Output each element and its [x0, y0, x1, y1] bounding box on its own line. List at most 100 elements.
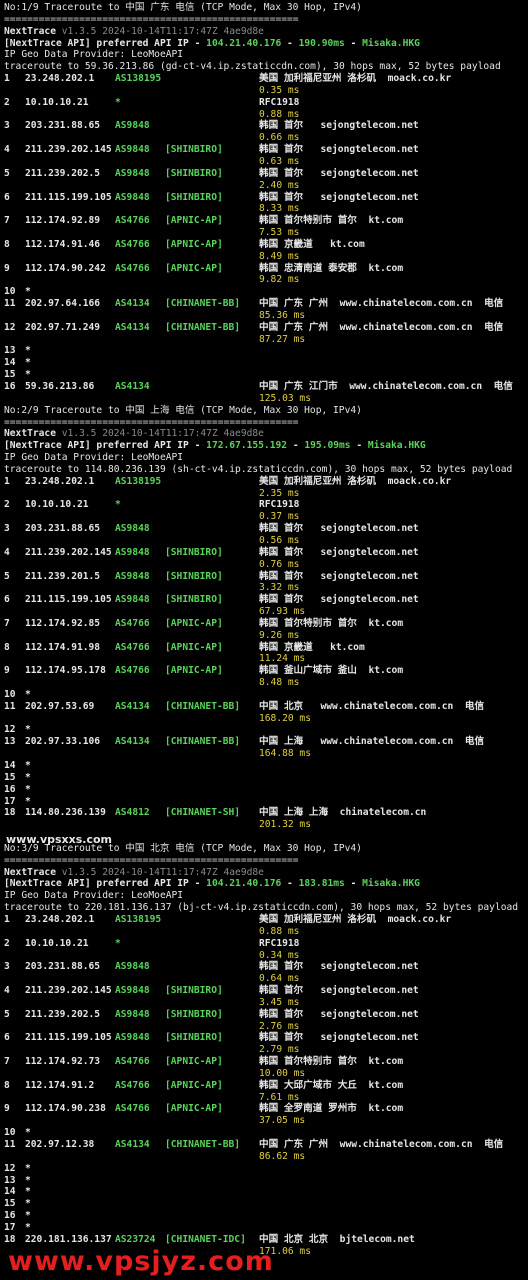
hop-rtt: 85.36 ms: [259, 309, 306, 321]
hop-tag: [CHINANET-BB]: [165, 321, 241, 333]
hop-geo: 韩国 首尔 sejongtelecom.net: [259, 594, 419, 606]
hop-number: 7: [4, 617, 10, 629]
hop-geo: 韩国 首尔 sejongtelecom.net: [259, 523, 419, 535]
hop-asn: AS4766: [115, 238, 150, 250]
hop-asn: AS4766: [115, 1079, 150, 1091]
hop-asn: AS4766: [115, 262, 150, 274]
hop-ip: *: [25, 1127, 31, 1139]
hop-ip: 211.239.202.5: [25, 1008, 101, 1020]
hop-rtt: 201.32 ms: [259, 819, 311, 831]
hop-ip: 10.10.10.21: [25, 937, 89, 949]
hop-asn: AS9848: [115, 144, 150, 156]
hop-rtt: 0.56 ms: [259, 534, 300, 546]
geo-provider: IP Geo Data Provider: LeoMoeAPI: [4, 890, 184, 902]
hop-number: 4: [4, 144, 10, 156]
hop-geo: 中国 北京 www.chinatelecom.com.cn 电信: [259, 700, 485, 712]
hop-asn: AS4134: [115, 298, 150, 310]
hop-number: 8: [4, 641, 10, 653]
hop-rtt: 87.27 ms: [259, 333, 306, 345]
hop-ip: *: [25, 1221, 31, 1233]
hop-number: 16: [4, 783, 16, 795]
hop-number: 10: [4, 1127, 16, 1139]
api-name: Misaka.HKG: [367, 440, 426, 452]
hop-tag: [APNIC-AP]: [165, 215, 223, 227]
hop-number: 4: [4, 985, 10, 997]
hop-row: 12 *: [4, 1163, 528, 1175]
hop-ip: 220.181.136.137: [25, 1233, 112, 1245]
hop-ip: *: [25, 688, 31, 700]
hop-asn: AS9848: [115, 570, 150, 582]
hop-number: 8: [4, 1079, 10, 1091]
hop-geo: 韩国 首尔 sejongtelecom.net: [259, 191, 419, 203]
hop-row: 1 23.248.202.1 AS138195 美国 加利福尼亚州 洛杉矶 moack…: [4, 476, 528, 488]
hop-geo: RFC1918: [259, 96, 300, 108]
hop-number: 15: [4, 1198, 16, 1210]
hop-asn: AS4134: [115, 321, 150, 333]
api-prefix: [NextTrace API]: [4, 440, 91, 452]
hop-rtt: 67.93 ms: [259, 606, 306, 618]
hop-tag: [SHINBIRO]: [165, 167, 223, 179]
hop-asn: AS4134: [115, 381, 150, 392]
hop-geo: 美国 加利福尼亚州 洛杉矶 moack.co.kr: [259, 913, 452, 925]
hop-tag: [SHINBIRO]: [165, 546, 223, 558]
terminal-output: No:1/9 Traceroute to 中国 广东 电信 (TCP Mode,…: [0, 0, 528, 1257]
hop-row: 5 211.239.202.5 AS9848 [SHINBIRO] 韩国 首尔 sejo…: [4, 168, 528, 180]
hop-number: 10: [4, 688, 16, 700]
hop-tag: [APNIC-AP]: [165, 1079, 223, 1091]
hop-rtt: 8.49 ms: [259, 250, 300, 262]
hop-ip: *: [25, 345, 31, 357]
hop-ip: 211.115.199.105: [25, 1032, 112, 1044]
hop-number: 2: [4, 499, 10, 511]
hop-row: 14 *: [4, 760, 528, 772]
hop-geo: 美国 加利福尼亚州 洛杉矶 moack.co.kr: [259, 475, 452, 487]
hop-geo: RFC1918: [259, 937, 300, 949]
traceroute-line: traceroute to 220.181.136.137 (bj-ct-v4.…: [4, 902, 519, 914]
hop-rtt: 0.88 ms: [259, 925, 300, 937]
hop-ip: 202.97.53.69: [25, 700, 95, 712]
hop-geo: 韩国 首尔 sejongtelecom.net: [259, 961, 419, 973]
hop-ip: 203.231.88.65: [25, 120, 101, 132]
hop-rtt: 2.76 ms: [259, 1020, 300, 1032]
hop-asn: AS4766: [115, 641, 150, 653]
hop-tag: [SHINBIRO]: [165, 570, 223, 582]
hop-number: 18: [4, 1233, 16, 1245]
hop-ip: 112.174.90.238: [25, 1103, 106, 1115]
hop-number: 17: [4, 1221, 16, 1233]
hop-tag: [APNIC-AP]: [165, 617, 223, 629]
hop-row: 3 203.231.88.65 AS9848 韩国 首尔 sejongtelecom.…: [4, 523, 528, 535]
hop-number: 6: [4, 1032, 10, 1044]
hop-asn: AS9848: [115, 546, 150, 558]
hop-ip: *: [25, 286, 31, 298]
hop-tag: [SHINBIRO]: [165, 985, 223, 997]
hop-tag: [CHINANET-SH]: [165, 807, 241, 819]
hop-tag: [APNIC-AP]: [165, 238, 223, 250]
hop-row: 14 *: [4, 357, 528, 369]
hop-number: 12: [4, 724, 16, 736]
hop-row: 4 211.239.202.145 AS9848 [SHINBIRO] 韩国 首尔 se…: [4, 985, 528, 997]
hop-row: 1 23.248.202.1 AS138195 美国 加利福尼亚州 洛杉矶 moack…: [4, 73, 528, 85]
hop-geo: 韩国 首尔特别市 首尔 kt.com: [259, 215, 404, 227]
hop-asn: *: [115, 499, 121, 511]
hop-rtt: 125.03 ms: [259, 392, 311, 404]
hop-row: 8 112.174.91.46 AS4766 [APNIC-AP] 韩国 京畿道 kt.…: [4, 239, 528, 251]
hop-rtt: 3.45 ms: [259, 996, 300, 1008]
hop-geo: 中国 广东 江门市 www.chinatelecom.com.cn 电信: [259, 381, 513, 392]
hop-asn: AS4766: [115, 617, 150, 629]
hop-number: 7: [4, 215, 10, 227]
hop-ip: *: [25, 795, 31, 807]
hop-ip: 202.97.64.166: [25, 298, 101, 310]
hop-number: 11: [4, 1139, 16, 1150]
api-line: [NextTrace API] preferred API IP - 104.2…: [4, 38, 528, 50]
hop-ip: *: [25, 369, 31, 381]
watermark-text: www.vpsjyz.com: [8, 1246, 274, 1277]
hop-number: 14: [4, 760, 16, 771]
hop-row: 3 203.231.88.65 AS9848 韩国 首尔 sejongtelecom.…: [4, 961, 528, 973]
hop-number: 6: [4, 594, 10, 606]
hop-number: 2: [4, 96, 10, 108]
hop-row: 8 112.174.91.98 AS4766 [APNIC-AP] 韩国 京畿道 kt.…: [4, 642, 528, 654]
hop-asn: AS9848: [115, 523, 150, 535]
hop-row: 12 *: [4, 724, 528, 736]
hop-row: 5 211.239.201.5 AS9848 [SHINBIRO] 韩国 首尔 sejo…: [4, 571, 528, 583]
hop-ip: 23.248.202.1: [25, 73, 95, 85]
hop-asn: AS9848: [115, 1008, 150, 1020]
